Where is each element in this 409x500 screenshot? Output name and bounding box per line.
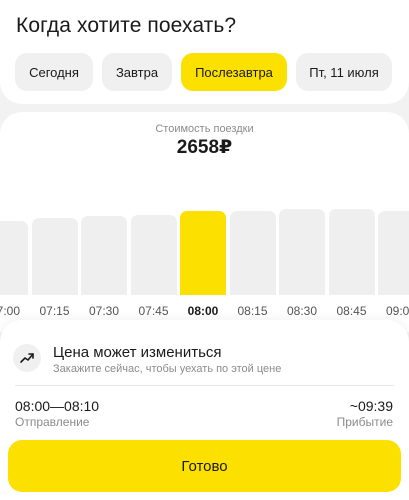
time-slot-bar-0830[interactable] (279, 209, 325, 295)
departure-time: 08:00—08:10 (15, 398, 100, 414)
time-slot-bar-0845[interactable] (328, 209, 375, 295)
day-tabs: Сегодня Завтра Послезавтра Пт, 11 июля (15, 53, 392, 91)
time-slot-chart: 07:0007:1507:3007:4508:0008:1508:3008:45… (0, 112, 409, 332)
price-change-title: Цена может измениться (53, 344, 222, 361)
trend-up-icon (13, 344, 41, 372)
arrival-time: ~09:39 (349, 398, 393, 414)
time-slot-bar-0800[interactable] (180, 211, 226, 295)
price-change-subtitle: Закажите сейчас, чтобы уехать по этой це… (53, 363, 282, 375)
done-button[interactable]: Готово (8, 440, 401, 492)
time-slot-bar-0900[interactable] (378, 211, 409, 295)
page-title: Когда хотите поехать? (16, 14, 237, 37)
day-tab-day-after-tomorrow[interactable]: Послезавтра (181, 53, 287, 91)
divider (15, 385, 394, 386)
day-tab-today[interactable]: Сегодня (15, 53, 93, 91)
price-timeline-card: Стоимость поездки 2658₽ 07:0007:1507:300… (0, 112, 409, 332)
time-slot-bar-0715[interactable] (31, 218, 78, 295)
day-tab-tomorrow[interactable]: Завтра (102, 53, 172, 91)
time-slot-label-0900[interactable]: 09:00 (371, 304, 409, 318)
departure-label: Отправление (15, 415, 90, 429)
time-slot-bar-0745[interactable] (130, 215, 177, 295)
time-slot-bar-0730[interactable] (81, 216, 127, 295)
day-tab-friday[interactable]: Пт, 11 июля (296, 53, 392, 91)
arrival-label: Прибытие (336, 415, 393, 429)
date-selector-card: Когда хотите поехать? Сегодня Завтра Пос… (0, 0, 409, 104)
time-slot-bar-0700[interactable] (0, 221, 28, 295)
time-slot-bar-0815[interactable] (229, 211, 276, 295)
